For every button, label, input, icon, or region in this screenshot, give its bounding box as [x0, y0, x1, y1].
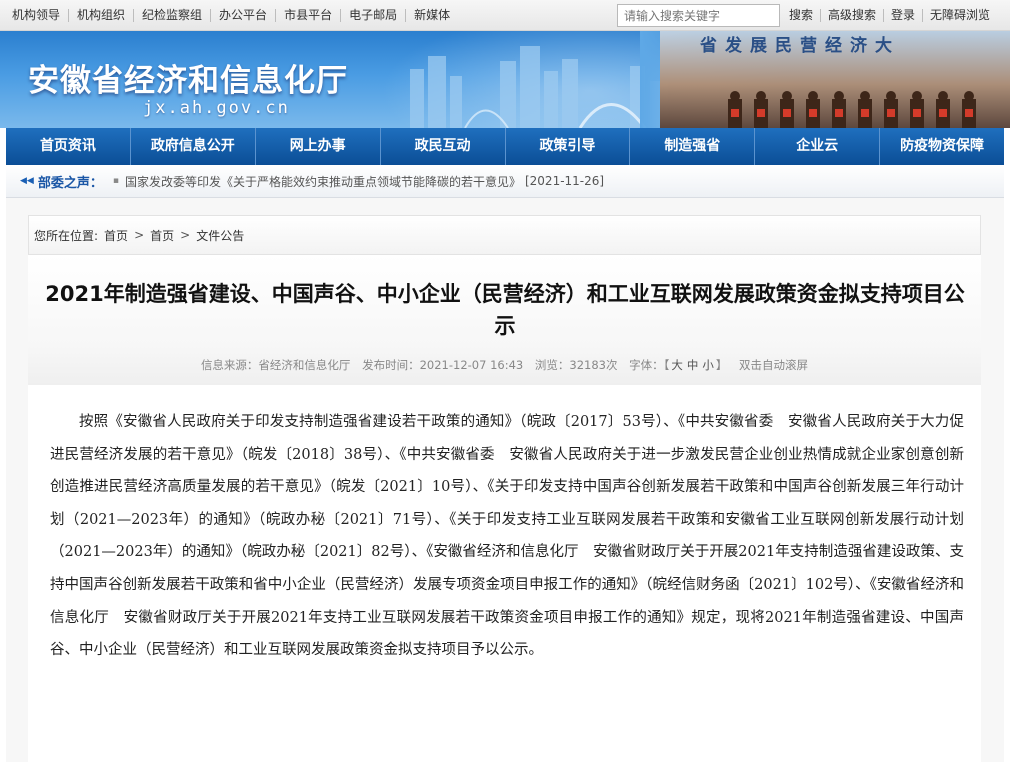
meta-published: 发布时间：2021-12-07 16:43: [362, 358, 524, 372]
toplink-office-platform[interactable]: 办公平台: [211, 9, 277, 22]
search-input[interactable]: [617, 4, 780, 27]
nav-gov-info-disclosure[interactable]: 政府信息公开: [131, 128, 256, 165]
nav-manufacturing-province[interactable]: 制造强省: [630, 128, 756, 165]
top-links: 机构领导 机构组织 纪检监察组 办公平台 市县平台 电子邮局 新媒体: [0, 0, 458, 31]
autoscroll-hint: 双击自动滚屏: [739, 358, 809, 372]
article-paragraph: 按照《安徽省人民政府关于印发支持制造强省建设若干政策的通知》（皖政〔2017〕5…: [50, 414, 964, 659]
toplink-leaders[interactable]: 机构领导: [0, 9, 70, 22]
tool-links: 搜索 高级搜索 登录 无障碍浏览: [782, 0, 997, 31]
meta-views: 浏览：32183次: [534, 358, 618, 372]
search-button[interactable]: 搜索: [782, 9, 822, 22]
breadcrumb-prefix: 您所在位置:: [34, 228, 99, 243]
nav-public-interaction[interactable]: 政民互动: [381, 128, 506, 165]
site-title: 安徽省经济和信息化厅: [28, 63, 348, 99]
ticker-label: 部委之声：: [37, 175, 103, 191]
toplink-city-county-platform[interactable]: 市县平台: [276, 9, 342, 22]
header-banner: 省发展民营经济大 安徽省经济和信息化厅 jx.ah.gov.cn: [0, 31, 1010, 128]
breadcrumb-separator: >: [134, 228, 145, 242]
toplink-discipline-inspection[interactable]: 纪检监察组: [134, 9, 212, 22]
breadcrumb-separator: >: [180, 228, 191, 242]
breadcrumb-home[interactable]: 首页: [104, 227, 128, 244]
nav-policy-guidance[interactable]: 政策引导: [506, 128, 631, 165]
main-nav: 首页资讯 政府信息公开 网上办事 政民互动 政策引导 制造强省 企业云 防疫物资…: [6, 128, 1004, 165]
nav-enterprise-cloud[interactable]: 企业云: [755, 128, 881, 165]
ticker-news-link[interactable]: 国家发改委等印发《关于严格能效约束推动重点领域节能降碳的若干意见》: [125, 173, 521, 190]
people-silhouettes-image: [728, 91, 976, 128]
article-title: 2021年制造强省建设、中国声谷、中小企业（民营经济）和工业互联网发展政策资金拟…: [45, 282, 965, 338]
toplink-email[interactable]: 电子邮局: [341, 9, 407, 22]
site-domain: jx.ah.gov.cn: [143, 98, 290, 118]
bullet-icon: ▪: [112, 176, 119, 186]
double-chevron-icon: ◀◀: [20, 176, 34, 186]
breadcrumb-file-notices[interactable]: 文件公告: [196, 227, 244, 244]
meta-source: 信息来源：省经济和信息化厅: [200, 358, 351, 372]
breadcrumb-home-2[interactable]: 首页: [150, 227, 174, 244]
article-meta: 信息来源：省经济和信息化厅 发布时间：2021-12-07 16:43 浏览：3…: [28, 357, 981, 373]
banner-slogan: 省发展民营经济大: [700, 36, 900, 56]
font-size-large[interactable]: 大: [671, 358, 683, 372]
advanced-search-link[interactable]: 高级搜索: [821, 9, 885, 22]
accessibility-link[interactable]: 无障碍浏览: [923, 9, 997, 22]
toplink-organization[interactable]: 机构组织: [69, 9, 135, 22]
nav-home-news[interactable]: 首页资讯: [6, 128, 131, 165]
ticker-news-date: [2021-11-26]: [524, 174, 605, 188]
breadcrumb: 您所在位置: 首页 > 首页 > 文件公告: [28, 215, 981, 255]
font-size-controls: 字体：【大中小】: [629, 358, 732, 372]
news-ticker: ◀◀ 部委之声： ▪ 国家发改委等印发《关于严格能效约束推动重点领域节能降碳的若…: [6, 165, 1004, 198]
toplink-new-media[interactable]: 新媒体: [406, 9, 458, 22]
font-size-label: 字体：: [629, 358, 664, 372]
nav-epidemic-supplies[interactable]: 防疫物资保障: [880, 128, 1004, 165]
top-utility-bar: 机构领导 机构组织 纪检监察组 办公平台 市县平台 电子邮局 新媒体 搜索 高级…: [0, 0, 1010, 31]
nav-online-services[interactable]: 网上办事: [256, 128, 381, 165]
login-link[interactable]: 登录: [884, 9, 924, 22]
font-size-medium[interactable]: 中: [687, 358, 699, 372]
font-size-small[interactable]: 小: [702, 358, 714, 372]
